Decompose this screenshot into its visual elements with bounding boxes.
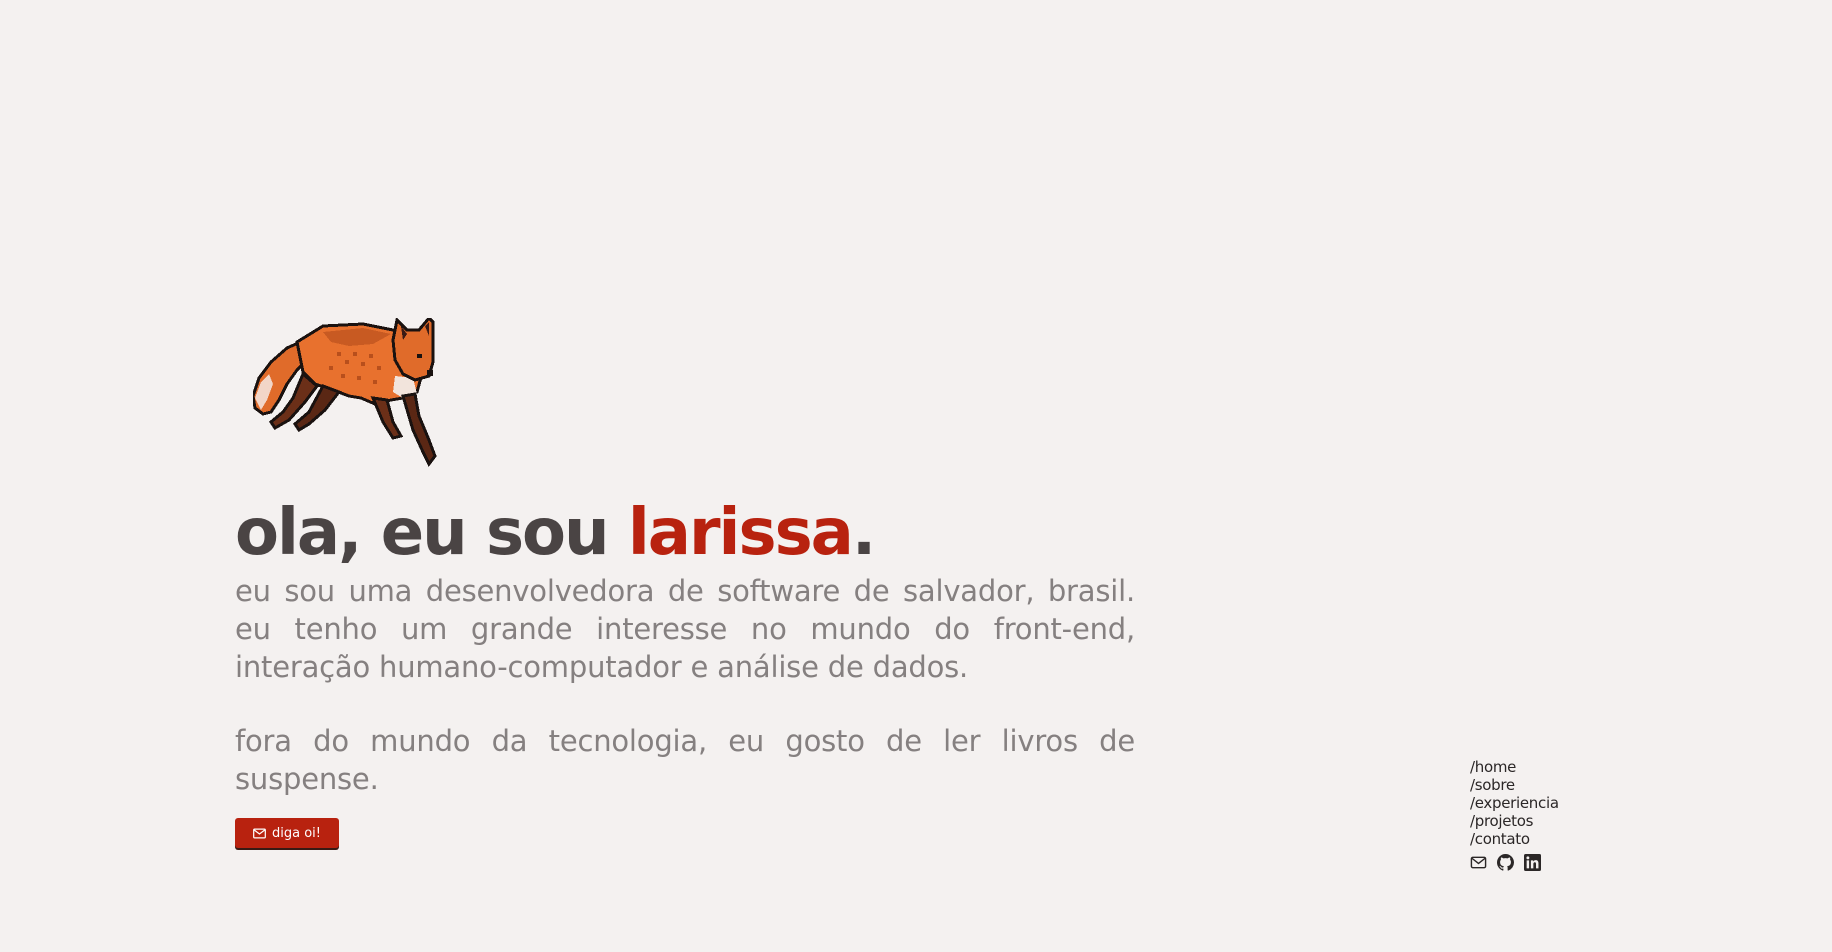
linkedin-icon (1524, 854, 1541, 871)
page: ola, eu sou larissa. eu sou uma desenvol… (0, 0, 1832, 952)
email-link[interactable] (1470, 854, 1487, 871)
nav-link-projetos[interactable]: /projetos (1470, 812, 1559, 830)
github-link[interactable] (1497, 854, 1514, 871)
site-nav: /home /sobre /experiencia /projetos /con… (1470, 758, 1559, 871)
say-hi-label: diga oi! (272, 825, 321, 841)
mail-icon (1470, 856, 1487, 869)
say-hi-button[interactable]: diga oi! (235, 818, 339, 848)
title-period: . (851, 496, 876, 570)
nav-link-home[interactable]: /home (1470, 758, 1559, 776)
name-highlight: larissa (627, 496, 854, 570)
greeting-text: ola, eu sou (235, 496, 628, 570)
fox-illustration (253, 318, 437, 467)
bio-paragraph-2: fora do mundo da tecnologia, eu gosto de… (235, 724, 1135, 796)
nav-link-sobre[interactable]: /sobre (1470, 776, 1559, 794)
bio-paragraph-1: eu sou uma desenvolvedora de software de… (235, 574, 1135, 684)
linkedin-link[interactable] (1524, 854, 1541, 871)
hero-section: ola, eu sou larissa. eu sou uma desenvol… (235, 318, 1135, 848)
nav-link-contato[interactable]: /contato (1470, 830, 1559, 848)
mail-icon (253, 827, 266, 839)
github-icon (1497, 854, 1514, 871)
page-title: ola, eu sou larissa. (235, 496, 1135, 570)
social-links (1470, 854, 1559, 871)
nav-link-experiencia[interactable]: /experiencia (1470, 794, 1559, 812)
